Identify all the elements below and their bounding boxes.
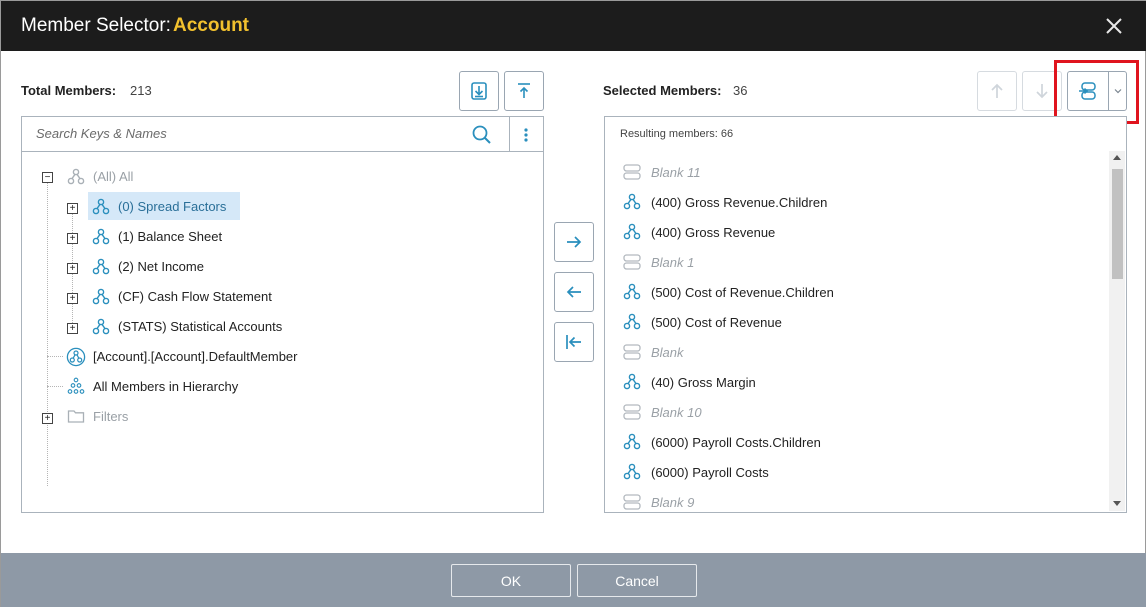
resulting-members-caption: Resulting members: 66 xyxy=(620,128,734,140)
list-item-label: (500) Cost of Revenue.Children xyxy=(651,285,834,300)
blank-row-icon xyxy=(623,254,641,270)
blank-row-icon xyxy=(623,404,641,420)
expand-toggle[interactable]: + xyxy=(67,233,78,244)
list-item-label: Blank xyxy=(651,345,684,360)
collapse-to-top-button[interactable] xyxy=(504,71,544,111)
hierarchy-icon xyxy=(623,193,641,210)
default-member-icon xyxy=(66,347,86,367)
dialog-footer: OK Cancel xyxy=(1,553,1146,607)
tree-connector xyxy=(47,183,48,486)
search-bar xyxy=(22,117,543,152)
scroll-up-arrow[interactable] xyxy=(1113,155,1121,160)
arrow-left-to-bar-icon xyxy=(566,335,581,349)
expand-toggle[interactable]: + xyxy=(67,323,78,334)
list-item-label: (500) Cost of Revenue xyxy=(651,315,782,330)
blank-row-icon xyxy=(623,164,641,180)
remove-selected-button[interactable] xyxy=(554,272,594,312)
tree-connector xyxy=(47,386,63,387)
expand-to-bottom-button[interactable] xyxy=(459,71,499,111)
hierarchy-icon xyxy=(623,373,641,390)
list-item-label: (6000) Payroll Costs xyxy=(651,465,769,480)
remove-all-button[interactable] xyxy=(554,322,594,362)
member-selector-dialog: Member Selector: Account Total Members: … xyxy=(0,0,1146,607)
tree-connector xyxy=(47,356,63,357)
dialog-title-value: Account xyxy=(173,15,249,36)
arrow-down-icon xyxy=(1036,84,1048,99)
expand-toggle[interactable]: + xyxy=(42,413,53,424)
list-item-label: (400) Gross Revenue xyxy=(651,225,776,240)
expand-toggle[interactable]: + xyxy=(67,263,78,274)
tree-node-filters[interactable]: Filters xyxy=(93,409,128,424)
close-button[interactable] xyxy=(1101,13,1127,39)
hierarchy-icon xyxy=(92,198,110,215)
folder-icon xyxy=(67,410,85,423)
annotation-highlight-box xyxy=(1054,60,1139,124)
tree-node-all[interactable]: − (All) All xyxy=(22,164,522,190)
blank-row-icon xyxy=(623,344,641,360)
tree-node-statistical-accounts[interactable]: (STATS) Statistical Accounts xyxy=(118,319,282,334)
close-icon xyxy=(1106,18,1122,34)
member-tree-panel: − (All) All + (0) Spread Factors + (1) B… xyxy=(21,116,544,513)
total-members-label: Total Members: xyxy=(21,83,117,98)
search-divider xyxy=(509,117,510,151)
hierarchy-icon xyxy=(92,318,110,335)
list-item-label: (40) Gross Margin xyxy=(651,375,756,390)
hierarchy-icon xyxy=(623,313,641,330)
dialog-title-label: Member Selector: xyxy=(21,15,171,36)
selected-members-panel: Resulting members: 66 Blank 11 (400) Gro… xyxy=(604,116,1127,513)
hierarchy-icon xyxy=(623,463,641,480)
all-members-icon xyxy=(67,377,85,394)
expand-toggle[interactable]: + xyxy=(67,293,78,304)
blank-row-icon xyxy=(623,494,641,510)
scroll-down-arrow[interactable] xyxy=(1113,501,1121,506)
hierarchy-icon xyxy=(67,168,85,185)
title-bar: Member Selector: Account xyxy=(1,1,1146,51)
collapse-toggle[interactable]: − xyxy=(42,172,53,183)
tree-node-label: (All) All xyxy=(93,169,134,184)
list-item-label: Blank 1 xyxy=(651,255,695,270)
list-item-label: Blank 9 xyxy=(651,495,695,510)
search-input[interactable] xyxy=(36,126,456,141)
list-item-label: (6000) Payroll Costs.Children xyxy=(651,435,821,450)
search-icon[interactable] xyxy=(471,124,493,146)
ok-button[interactable]: OK xyxy=(451,564,571,597)
hierarchy-icon xyxy=(92,228,110,245)
tree-node-cash-flow[interactable]: (CF) Cash Flow Statement xyxy=(118,289,272,304)
list-item-label: Blank 10 xyxy=(651,405,702,420)
total-members-count: 213 xyxy=(130,83,152,98)
arrow-right-icon xyxy=(567,236,582,248)
tree-node-net-income[interactable]: (2) Net Income xyxy=(118,259,204,274)
expand-toggle[interactable]: + xyxy=(67,203,78,214)
selected-members-count: 36 xyxy=(733,83,748,98)
tree-node-balance-sheet[interactable]: (1) Balance Sheet xyxy=(118,229,222,244)
hierarchy-icon xyxy=(92,258,110,275)
download-box-icon xyxy=(471,82,487,100)
hierarchy-icon xyxy=(92,288,110,305)
scroll-thumb[interactable] xyxy=(1112,169,1123,279)
hierarchy-icon xyxy=(623,223,641,240)
tree-node-all-members[interactable]: All Members in Hierarchy xyxy=(93,379,238,394)
more-options-icon[interactable] xyxy=(517,125,535,145)
hierarchy-icon xyxy=(623,433,641,450)
arrow-left-icon xyxy=(566,286,581,298)
tree-node-default-member[interactable]: [Account].[Account].DefaultMember xyxy=(93,349,297,364)
add-selected-button[interactable] xyxy=(554,222,594,262)
move-up-button[interactable] xyxy=(977,71,1017,111)
vertical-scrollbar[interactable] xyxy=(1109,151,1125,511)
list-item-label: Blank 11 xyxy=(651,165,701,180)
hierarchy-icon xyxy=(623,283,641,300)
upload-top-icon xyxy=(518,83,530,98)
tree-node-label: (0) Spread Factors xyxy=(118,199,227,214)
arrow-up-icon xyxy=(991,83,1003,98)
selected-members-label: Selected Members: xyxy=(603,83,722,98)
list-item-label: (400) Gross Revenue.Children xyxy=(651,195,828,210)
cancel-button[interactable]: Cancel xyxy=(577,564,697,597)
